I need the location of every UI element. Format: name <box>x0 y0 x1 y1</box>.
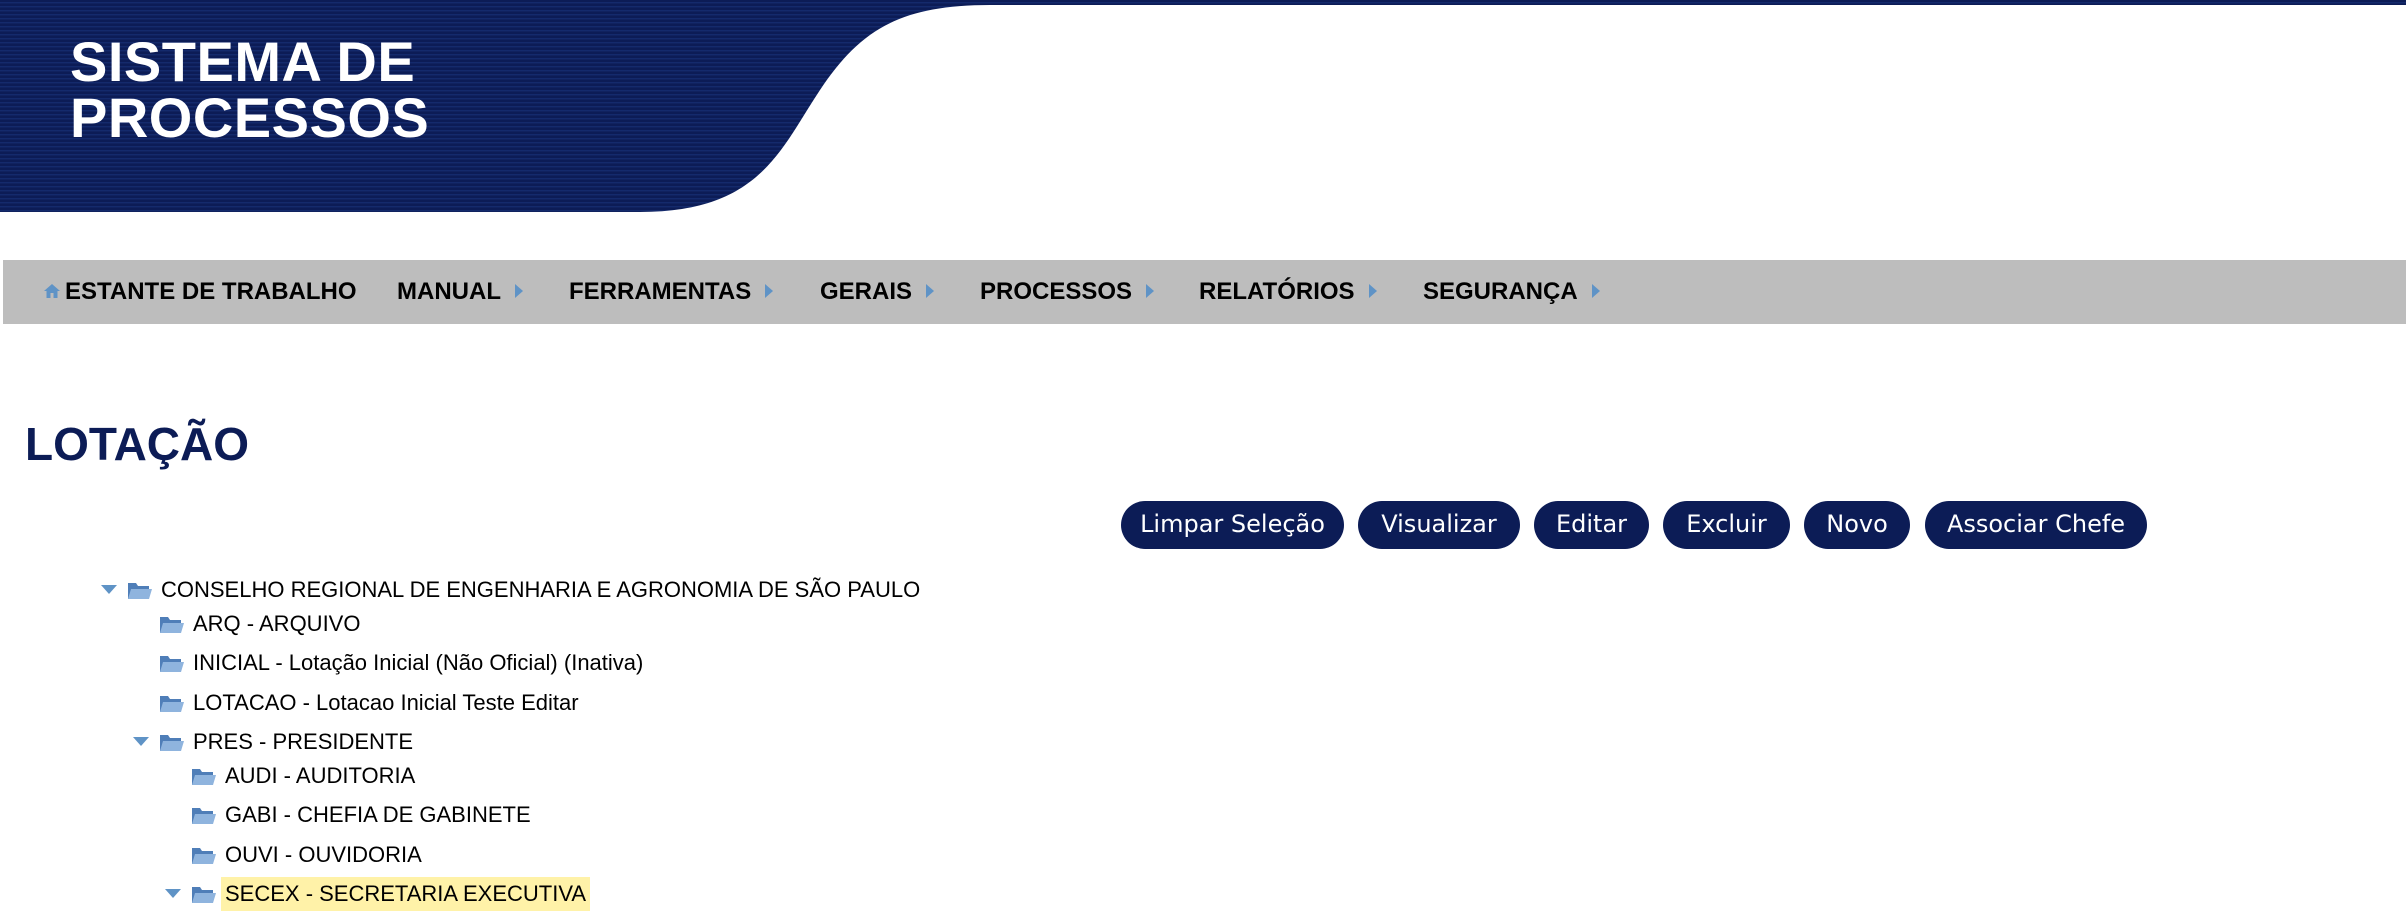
chevron-right-icon <box>514 283 523 298</box>
tree-node: GABI - CHEFIA DE GABINETE <box>0 798 1000 832</box>
chevron-right-icon <box>765 283 774 298</box>
app-title: SISTEMA DE PROCESSOS <box>70 34 429 146</box>
app-header: SISTEMA DE PROCESSOS <box>0 0 2406 214</box>
tree-node: INICIAL - Lotação Inicial (Não Oficial) … <box>0 646 1000 680</box>
tree-node: CONSELHO REGIONAL DE ENGENHARIA E AGRONO… <box>0 573 1000 607</box>
folder-open-icon <box>160 656 184 672</box>
view-button[interactable]: Visualizar <box>1358 501 1520 549</box>
edit-button[interactable]: Editar <box>1534 501 1649 549</box>
menu-item-label: FERRAMENTAS <box>569 278 752 305</box>
tree-node: ARQ - ARQUIVO <box>0 607 1000 641</box>
tree-node-label[interactable]: INICIAL - Lotação Inicial (Não Oficial) … <box>189 646 647 680</box>
chevron-right-icon <box>1368 283 1377 298</box>
tree-node: AUDI - AUDITORIA <box>0 759 1000 793</box>
tree-node-label[interactable]: AUDI - AUDITORIA <box>221 759 419 793</box>
folder-open-icon <box>192 808 216 824</box>
tree-node-label[interactable]: ARQ - ARQUIVO <box>189 607 364 641</box>
folder-open-icon <box>160 696 184 712</box>
tree-node-label[interactable]: GABI - CHEFIA DE GABINETE <box>221 798 535 832</box>
folder-open-icon <box>160 617 184 633</box>
menu-item-label: ESTANTE DE TRABALHO <box>65 278 357 305</box>
folder-open-icon <box>128 583 152 599</box>
menu-item-label: SEGURANÇA <box>1423 278 1578 305</box>
tree-node-label[interactable]: LOTACAO - Lotacao Inicial Teste Editar <box>189 686 583 720</box>
menu-item-ferramentas[interactable]: FERRAMENTAS <box>569 260 774 324</box>
menu-item-label: GERAIS <box>820 278 913 305</box>
app-title-line2: PROCESSOS <box>70 86 430 149</box>
menu-item-label: PROCESSOS <box>980 278 1133 305</box>
menu-item-label: RELATÓRIOS <box>1199 278 1355 305</box>
menu-item-seguranca[interactable]: SEGURANÇA <box>1423 260 1600 324</box>
tree-node-label[interactable]: OUVI - OUVIDORIA <box>221 838 426 872</box>
menu-item-gerais[interactable]: GERAIS <box>820 260 935 324</box>
clear-selection-button[interactable]: Limpar Seleção <box>1121 501 1344 549</box>
page-title: LOTAÇÃO <box>25 418 250 470</box>
tree-node: OUVI - OUVIDORIA <box>0 838 1000 872</box>
tree-node: PRES - PRESIDENTE <box>0 725 1000 759</box>
new-button[interactable]: Novo <box>1804 501 1910 549</box>
tree-node: LOTACAO - Lotacao Inicial Teste Editar <box>0 686 1000 720</box>
tree-node: SECEX - SECRETARIA EXECUTIVA <box>0 877 1000 911</box>
chevron-right-icon <box>1146 283 1155 298</box>
expand-toggle-icon[interactable] <box>165 889 181 898</box>
home-icon <box>44 283 60 298</box>
folder-open-icon <box>192 848 216 864</box>
main-menu-bar: ESTANTE DE TRABALHO MANUAL FERRAMENTAS G… <box>3 260 2406 324</box>
menu-item-processos[interactable]: PROCESSOS <box>980 260 1155 324</box>
expand-toggle-icon[interactable] <box>133 737 149 746</box>
menu-item-estante-de-trabalho[interactable]: ESTANTE DE TRABALHO <box>43 260 357 324</box>
folder-open-icon <box>192 887 216 903</box>
tree-node-label-selected[interactable]: SECEX - SECRETARIA EXECUTIVA <box>221 877 591 911</box>
tree-node-label[interactable]: PRES - PRESIDENTE <box>189 725 417 759</box>
folder-open-icon <box>160 735 184 751</box>
chevron-right-icon <box>1591 283 1600 298</box>
app-title-line1: SISTEMA DE <box>70 30 416 93</box>
assign-chief-button[interactable]: Associar Chefe <box>1925 501 2147 549</box>
menu-item-label: MANUAL <box>397 278 501 305</box>
folder-open-icon <box>192 769 216 785</box>
menu-item-manual[interactable]: MANUAL <box>397 260 523 324</box>
menu-item-relatorios[interactable]: RELATÓRIOS <box>1199 260 1377 324</box>
delete-button[interactable]: Excluir <box>1663 501 1790 549</box>
expand-toggle-icon[interactable] <box>101 585 117 594</box>
tree-node-label[interactable]: CONSELHO REGIONAL DE ENGENHARIA E AGRONO… <box>157 573 924 607</box>
chevron-right-icon <box>926 283 935 298</box>
